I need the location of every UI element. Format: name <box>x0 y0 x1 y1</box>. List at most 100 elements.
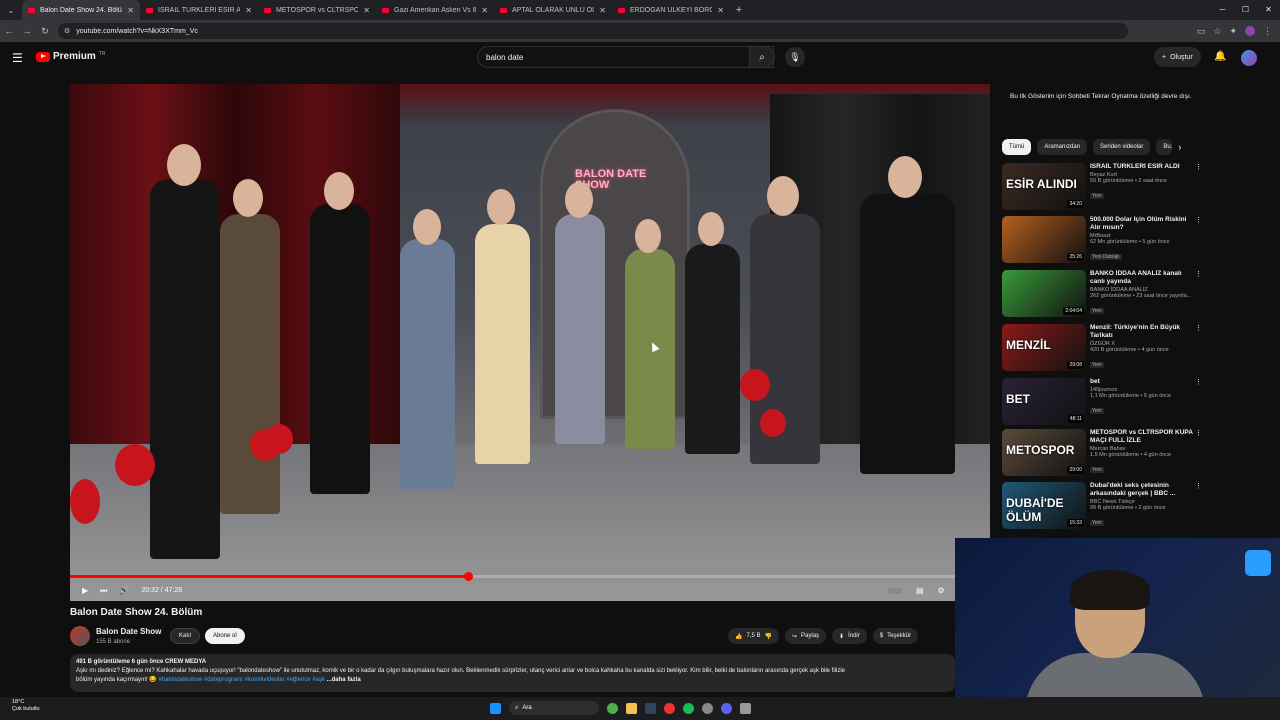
search-input[interactable]: balon date ✕ <box>477 46 774 68</box>
reload-icon[interactable]: ↻ <box>36 26 54 37</box>
windows-start-icon[interactable] <box>490 702 501 714</box>
opera-icon[interactable] <box>664 702 675 714</box>
more-options-icon[interactable]: ⋮ <box>1195 324 1202 332</box>
recommendation-title[interactable]: METOSPOR vs CLTRSPOR KUPA MAÇI FULL İZLE <box>1090 429 1194 445</box>
recommendation-item[interactable]: BET 48:11 bet 140journos 1,1 Mn görüntüleme … <box>1002 378 1202 426</box>
download-button[interactable]: ⬇ İndir <box>832 628 867 644</box>
url-field[interactable]: ⚙ youtube.com/watch?v=NkX3XTmm_Vc <box>58 23 1128 39</box>
thumbs-down-icon[interactable]: 👎 <box>765 633 772 640</box>
share-button[interactable]: ↪ Paylaş <box>784 628 827 644</box>
chip-more[interactable]: Bu... <box>1156 139 1173 155</box>
account-avatar[interactable] <box>1241 50 1257 66</box>
obs-icon[interactable] <box>702 702 713 714</box>
site-info-icon[interactable]: ⚙ <box>64 27 70 35</box>
browser-tab[interactable]: ERDOĞAN ÜLKEYİ BORCA SOKTU✕ <box>612 0 730 20</box>
description-hashtags[interactable]: #balondateshow #dateprogramı #komikvideo… <box>159 677 325 683</box>
thanks-button[interactable]: $ Teşekkür <box>872 628 919 644</box>
recommendation-item[interactable]: 2:04:04 BANKO İDDAA ANALİZ kanalı canlı y… <box>1002 270 1202 318</box>
create-button[interactable]: + Oluştur <box>1154 47 1201 67</box>
close-window-icon[interactable]: ✕ <box>1257 0 1280 20</box>
back-icon[interactable]: ← <box>0 26 18 36</box>
close-tab-icon[interactable]: ✕ <box>599 6 606 15</box>
voice-search-button[interactable]: 🎙 <box>785 47 805 67</box>
settings-gear-icon[interactable]: ⚙ <box>938 586 945 595</box>
chip-from-search[interactable]: Aramanızdan <box>1037 139 1088 155</box>
close-tab-icon[interactable]: ✕ <box>717 6 724 15</box>
recommendation-title[interactable]: Dubai'deki seks çetesinin arkasındaki ge… <box>1090 482 1194 498</box>
recommendation-thumbnail[interactable]: 25:26 <box>1002 216 1086 263</box>
recommendation-thumbnail[interactable]: METOSPOR 29:00 <box>1002 429 1086 476</box>
browser-tab[interactable]: METOSPOR vs CLTRSPOR KUPA✕ <box>258 0 376 20</box>
extensions-icon[interactable]: ✦ <box>1229 26 1237 37</box>
close-tab-icon[interactable]: ✕ <box>363 6 370 15</box>
recommendation-item[interactable]: ESİR ALINDI 34:20 İSRAİL TÜRKLERİ ESİR ALD… <box>1002 163 1202 211</box>
recommendation-title[interactable]: BANKO İDDAA ANALİZ kanalı canlı yayında <box>1090 270 1194 286</box>
subtitles-icon[interactable]: ▤ <box>916 586 924 595</box>
recommendation-item[interactable]: METOSPOR 29:00 METOSPOR vs CLTRSPOR KUPA M… <box>1002 429 1202 477</box>
discord-icon[interactable] <box>721 702 732 714</box>
more-options-icon[interactable]: ⋮ <box>1195 163 1202 171</box>
plus-icon: + <box>1162 53 1167 61</box>
browser-tab[interactable]: Balon Date Show 24. Bölüm - YouTube✕ <box>22 0 140 20</box>
menu-icon[interactable]: ☰ <box>12 51 23 65</box>
recommendation-thumbnail[interactable]: MENZİL 29:08 <box>1002 324 1086 371</box>
channel-avatar[interactable] <box>70 626 90 646</box>
video-player[interactable]: BALON DATE SHOW ▶ ⏭ � <box>70 84 990 601</box>
settings-icon[interactable] <box>740 702 751 714</box>
browser-menu-icon[interactable]: ⋮ <box>1263 26 1272 37</box>
file-explorer-icon[interactable] <box>626 702 637 714</box>
recommendation-item[interactable]: MENZİL 29:08 Menzil: Türkiye'nin En Büyük … <box>1002 324 1202 372</box>
more-options-icon[interactable]: ⋮ <box>1195 429 1202 437</box>
forward-icon[interactable]: → <box>18 26 36 36</box>
close-tab-icon[interactable]: ✕ <box>481 6 488 15</box>
browser-profile-avatar[interactable] <box>1245 26 1255 36</box>
recommendation-title[interactable]: bet <box>1090 378 1194 386</box>
subscribe-button[interactable]: Abone ol <box>205 628 245 644</box>
play-icon[interactable]: ▶ <box>82 586 88 595</box>
youtube-logo[interactable]: Premium TR <box>36 51 105 62</box>
new-tab-icon[interactable]: + <box>730 4 748 16</box>
recommendation-thumbnail[interactable]: ESİR ALINDI 34:20 <box>1002 163 1086 210</box>
browser-tab[interactable]: İSRAİL TÜRKLERİ ESİR ALDI - YouTube✕ <box>140 0 258 20</box>
more-options-icon[interactable]: ⋮ <box>1195 270 1202 278</box>
channel-name[interactable]: Balon Date Show <box>96 627 161 636</box>
recommendation-thumbnail[interactable]: BET 48:11 <box>1002 378 1086 425</box>
minimize-icon[interactable]: ─ <box>1211 0 1234 20</box>
recommendation-title[interactable]: 500.000 Dolar İçin Ölüm Riskini Alır mıs… <box>1090 216 1194 232</box>
browser-tab[interactable]: Gazi Amerikan Askeri Vs 8 Polis✕ <box>376 0 494 20</box>
more-options-icon[interactable]: ⋮ <box>1195 216 1202 224</box>
bookmark-star-icon[interactable]: ☆ <box>1213 26 1221 37</box>
recommendation-item[interactable]: DUBAİ'DE ÖLÜM 15:33 Dubai'deki seks çetesi… <box>1002 482 1202 530</box>
search-button[interactable]: ⌕ <box>749 46 775 68</box>
recommendation-thumbnail[interactable]: DUBAİ'DE ÖLÜM 15:33 <box>1002 482 1086 529</box>
notifications-bell-icon[interactable]: 🔔 <box>1214 51 1226 62</box>
volume-icon[interactable]: 🔊 <box>119 586 129 595</box>
chrome-icon[interactable] <box>607 702 618 714</box>
browser-tab[interactable]: APTAL OLARAK ÜNLÜ OLMAK✕ <box>494 0 612 20</box>
more-options-icon[interactable]: ⋮ <box>1195 482 1202 490</box>
steam-icon[interactable] <box>645 702 656 714</box>
chip-series[interactable]: Seriden videolar <box>1093 139 1151 155</box>
recommendation-title[interactable]: İSRAİL TÜRKLERİ ESİR ALDI <box>1090 163 1194 171</box>
cast-icon[interactable]: ▭ <box>1197 26 1206 37</box>
autoplay-toggle[interactable] <box>887 587 902 594</box>
show-more-link[interactable]: ...daha fazla <box>327 677 361 683</box>
maximize-icon[interactable]: ☐ <box>1234 0 1257 20</box>
chip-all[interactable]: Tümü <box>1002 139 1032 155</box>
close-tab-icon[interactable]: ✕ <box>245 6 252 15</box>
more-options-icon[interactable]: ⋮ <box>1195 378 1202 386</box>
weather-widget[interactable]: 18°C Çok bulutlu <box>12 699 40 713</box>
like-button[interactable]: 👍 7,5 B 👎 <box>728 628 779 644</box>
next-icon[interactable]: ⏭ <box>100 586 107 596</box>
tab-search-icon[interactable]: ⌄ <box>0 6 22 15</box>
recommendation-thumbnail[interactable]: 2:04:04 <box>1002 270 1086 317</box>
spotify-icon[interactable] <box>683 702 694 714</box>
taskbar-search[interactable]: ⌕ Ara <box>509 701 599 715</box>
video-description[interactable]: 491 B görüntüleme 6 gün önce CREW MEDYA … <box>70 654 955 692</box>
join-button[interactable]: Katıl <box>170 628 201 644</box>
close-tab-icon[interactable]: ✕ <box>127 6 134 15</box>
recommendation-item[interactable]: 25:26 500.000 Dolar İçin Ölüm Riskini Alı… <box>1002 216 1202 264</box>
chevron-right-icon[interactable]: › <box>1178 142 1181 152</box>
recommendation-title[interactable]: Menzil: Türkiye'nin En Büyük Tarikatı <box>1090 324 1194 340</box>
progress-bar[interactable] <box>70 572 990 581</box>
